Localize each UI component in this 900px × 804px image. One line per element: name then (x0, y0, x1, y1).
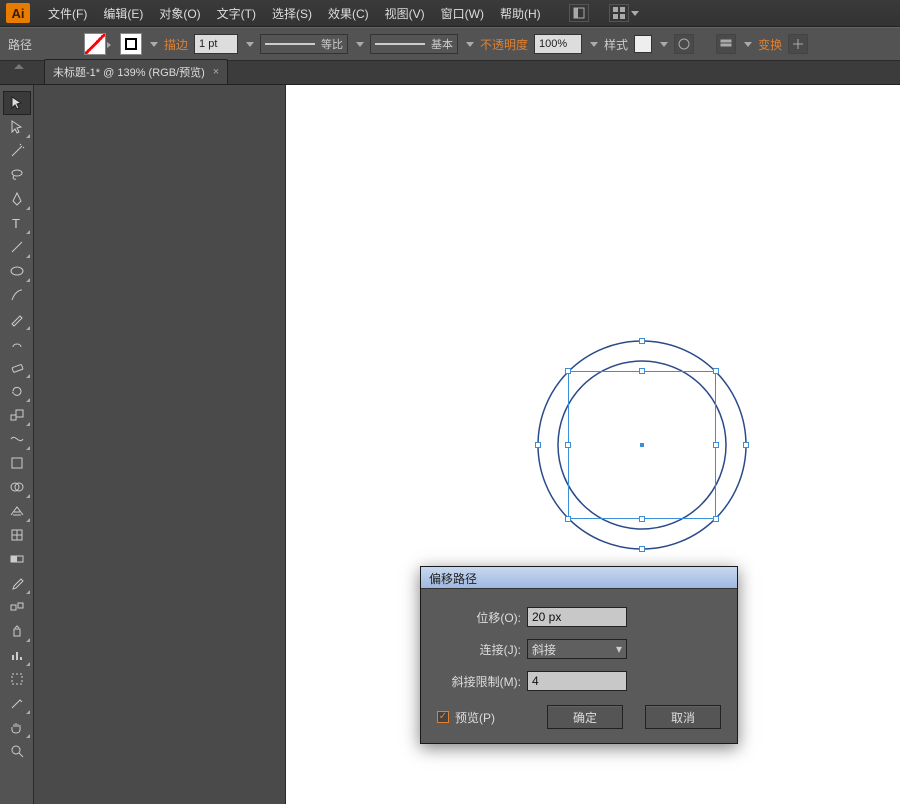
anchor-s[interactable] (639, 546, 645, 552)
offset-label: 位移(O): (437, 609, 521, 626)
profile-label: 等比 (321, 36, 343, 52)
miter-label: 斜接限制(M): (437, 673, 521, 690)
chevron-down-icon (631, 11, 639, 16)
magic-wand-tool[interactable] (3, 139, 31, 163)
blob-brush-tool[interactable] (3, 331, 31, 355)
fill-swatch[interactable] (84, 33, 106, 55)
offset-input[interactable] (527, 607, 627, 627)
menu-window[interactable]: 窗口(W) (433, 1, 492, 26)
lasso-tool[interactable] (3, 163, 31, 187)
brush-label: 基本 (431, 36, 453, 52)
selection-handle-ne[interactable] (713, 368, 719, 374)
chevron-down-icon[interactable] (466, 42, 474, 47)
menu-object[interactable]: 对象(O) (151, 1, 208, 26)
stroke-swatch[interactable] (120, 33, 142, 55)
preview-checkbox-wrap[interactable]: 预览(P) (437, 709, 495, 726)
menu-effect[interactable]: 效果(C) (320, 1, 377, 26)
chevron-down-icon[interactable] (150, 42, 158, 47)
brush-dropdown[interactable]: 基本 (370, 34, 458, 54)
paintbrush-tool[interactable] (3, 283, 31, 307)
chevron-down-icon[interactable] (246, 42, 254, 47)
transform-icon[interactable] (788, 34, 808, 54)
stroke-weight-value: 1 pt (199, 38, 217, 50)
close-icon[interactable]: × (213, 66, 219, 78)
offset-path-dialog: 偏移路径 位移(O): 连接(J): 斜接 ▾ 斜接限制(M): 预览(P) 确… (420, 566, 738, 744)
anchor-e[interactable] (743, 442, 749, 448)
document-tab[interactable]: 未标题-1* @ 139% (RGB/预览) × (44, 59, 228, 84)
ok-button[interactable]: 确定 (547, 705, 623, 729)
selection-handle-w[interactable] (565, 442, 571, 448)
selection-center (640, 443, 644, 447)
anchor-n[interactable] (639, 338, 645, 344)
panel-collapse-icon[interactable] (4, 64, 34, 74)
anchor-w[interactable] (535, 442, 541, 448)
gradient-tool[interactable] (3, 547, 31, 571)
menu-bar: Ai 文件(F) 编辑(E) 对象(O) 文字(T) 选择(S) 效果(C) 视… (0, 0, 900, 27)
style-swatch[interactable] (634, 35, 652, 53)
selection-type-label: 路径 (8, 36, 32, 53)
preview-checkbox[interactable] (437, 711, 449, 723)
selection-handle-n[interactable] (639, 368, 645, 374)
join-label: 连接(J): (437, 641, 521, 658)
dialog-title: 偏移路径 (421, 567, 737, 589)
dock-panel (34, 85, 286, 804)
options-bar: 路径 描边 1 pt 等比 基本 不透明度 100% 样式 变换 (0, 27, 900, 61)
selection-handle-e[interactable] (713, 442, 719, 448)
menu-type[interactable]: 文字(T) (209, 1, 264, 26)
mesh-tool[interactable] (3, 523, 31, 547)
recolor-icon[interactable] (674, 34, 694, 54)
document-tab-row: 未标题-1* @ 139% (RGB/预览) × (0, 61, 900, 85)
menu-file[interactable]: 文件(F) (40, 1, 95, 26)
selection-tool[interactable] (3, 91, 31, 115)
selection-handle-se[interactable] (713, 516, 719, 522)
artboard-tool[interactable] (3, 667, 31, 691)
free-transform-tool[interactable] (3, 451, 31, 475)
selection-handle-sw[interactable] (565, 516, 571, 522)
stroke-label[interactable]: 描边 (164, 36, 188, 53)
style-label[interactable]: 样式 (604, 36, 628, 53)
chevron-down-icon[interactable] (660, 42, 668, 47)
opacity-value: 100% (539, 38, 567, 50)
cancel-button[interactable]: 取消 (645, 705, 721, 729)
menu-help[interactable]: 帮助(H) (492, 1, 549, 26)
transform-label[interactable]: 变换 (758, 36, 782, 53)
chevron-down-icon[interactable] (590, 42, 598, 47)
document-tab-title: 未标题-1* @ 139% (RGB/预览) (53, 64, 205, 80)
zoom-tool[interactable] (3, 739, 31, 763)
stroke-weight-field[interactable]: 1 pt (194, 34, 238, 54)
chevron-down-icon[interactable] (356, 42, 364, 47)
preview-label: 预览(P) (455, 709, 495, 726)
join-value: 斜接 (532, 641, 556, 658)
chevron-down-icon[interactable] (744, 42, 752, 47)
menu-view[interactable]: 视图(V) (377, 1, 433, 26)
menu-edit[interactable]: 编辑(E) (95, 1, 151, 26)
svg-text:T: T (12, 216, 20, 231)
menu-select[interactable]: 选择(S) (264, 1, 320, 26)
blend-tool[interactable] (3, 595, 31, 619)
profile-dropdown[interactable]: 等比 (260, 34, 348, 54)
arrange-icon[interactable] (609, 4, 629, 22)
layout-icon[interactable] (569, 4, 589, 22)
opacity-field[interactable]: 100% (534, 34, 582, 54)
app-logo: Ai (6, 3, 30, 23)
join-select[interactable]: 斜接 ▾ (527, 639, 627, 659)
selection-handle-nw[interactable] (565, 368, 571, 374)
toolbox: T (0, 85, 34, 804)
miter-input[interactable] (527, 671, 627, 691)
opacity-label[interactable]: 不透明度 (480, 36, 528, 53)
align-icon[interactable] (716, 34, 736, 54)
selection-handle-s[interactable] (639, 516, 645, 522)
